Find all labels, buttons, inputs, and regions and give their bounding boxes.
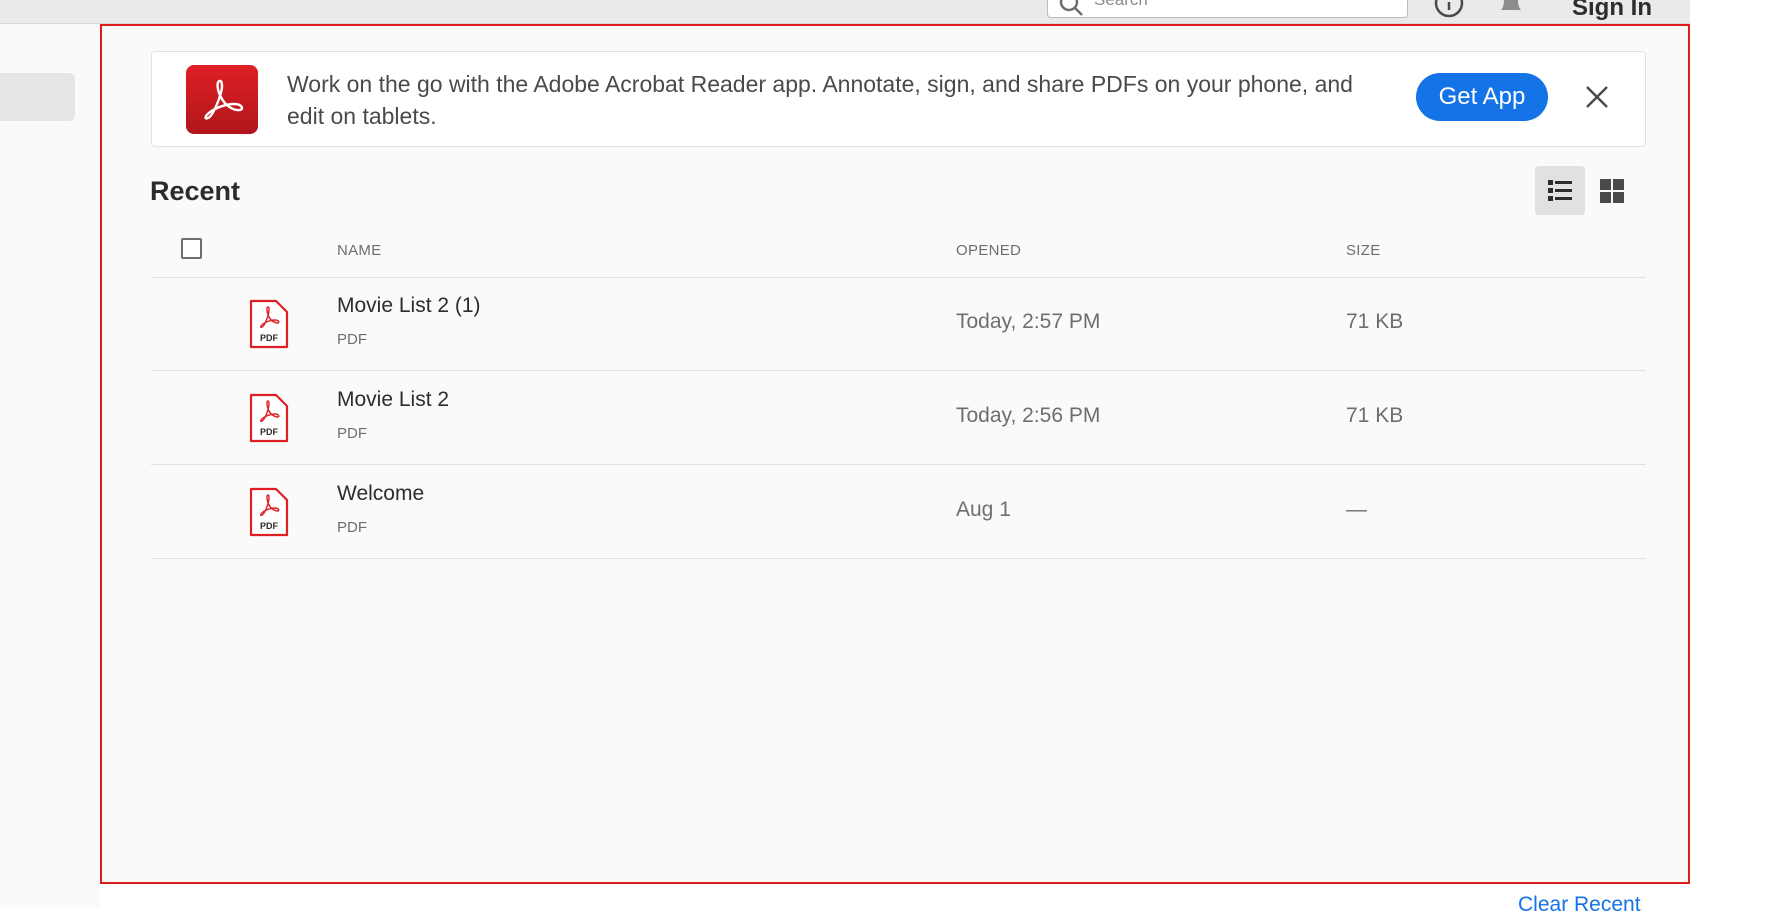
file-name: Movie List 2 — [337, 388, 450, 411]
sidebar-item-home[interactable] — [0, 73, 75, 121]
list-view-button[interactable] — [1535, 166, 1585, 215]
svg-text:PDF: PDF — [260, 427, 279, 437]
file-size: 71 KB — [1346, 310, 1404, 333]
sidebar — [0, 24, 100, 907]
file-name: Movie List 2 (1) — [337, 294, 481, 317]
select-all-checkbox[interactable] — [181, 238, 202, 259]
svg-text:PDF: PDF — [260, 333, 279, 343]
grid-view-icon[interactable] — [1599, 178, 1625, 209]
recent-heading: Recent — [150, 176, 241, 206]
pdf-file-icon: PDF — [248, 486, 290, 543]
table-header: NAME OPENED SIZE — [151, 232, 1646, 278]
acrobat-logo-icon — [186, 65, 258, 134]
file-type: PDF — [337, 331, 367, 348]
main-content: Work on the go with the Adobe Acrobat Re… — [100, 24, 1690, 884]
svg-text:PDF: PDF — [260, 521, 279, 531]
file-size: — — [1346, 498, 1367, 521]
banner-message: Work on the go with the Adobe Acrobat Re… — [287, 71, 1353, 129]
file-opened: Today, 2:56 PM — [956, 404, 1101, 427]
top-bar: Search Sign In — [0, 0, 1690, 24]
pdf-file-icon: PDF — [248, 298, 290, 355]
close-icon[interactable] — [1584, 84, 1610, 115]
file-type: PDF — [337, 519, 367, 536]
column-header-size[interactable]: SIZE — [1346, 242, 1381, 259]
file-type: PDF — [337, 425, 367, 442]
sign-in-button[interactable]: Sign In — [1572, 0, 1652, 22]
file-opened: Today, 2:57 PM — [956, 310, 1101, 333]
get-app-banner: Work on the go with the Adobe Acrobat Re… — [151, 51, 1646, 147]
search-icon — [1058, 0, 1084, 22]
search-placeholder: Search — [1094, 0, 1148, 10]
clear-recent-link[interactable]: Clear Recent — [1518, 893, 1641, 917]
get-app-button[interactable]: Get App — [1416, 73, 1548, 121]
table-row[interactable]: PDF Movie List 2 (1) PDF Today, 2:57 PM … — [151, 278, 1646, 371]
search-input[interactable]: Search — [1047, 0, 1408, 18]
file-opened: Aug 1 — [956, 498, 1011, 521]
file-name: Welcome — [337, 482, 425, 505]
file-size: 71 KB — [1346, 404, 1404, 427]
bell-icon[interactable] — [1497, 0, 1525, 23]
column-header-name[interactable]: NAME — [337, 242, 382, 259]
table-row[interactable]: PDF Welcome PDF Aug 1 — — [151, 466, 1646, 559]
table-row[interactable]: PDF Movie List 2 PDF Today, 2:56 PM 71 K… — [151, 372, 1646, 465]
pdf-file-icon: PDF — [248, 392, 290, 449]
help-icon[interactable] — [1434, 0, 1464, 23]
column-header-opened[interactable]: OPENED — [956, 242, 1021, 259]
